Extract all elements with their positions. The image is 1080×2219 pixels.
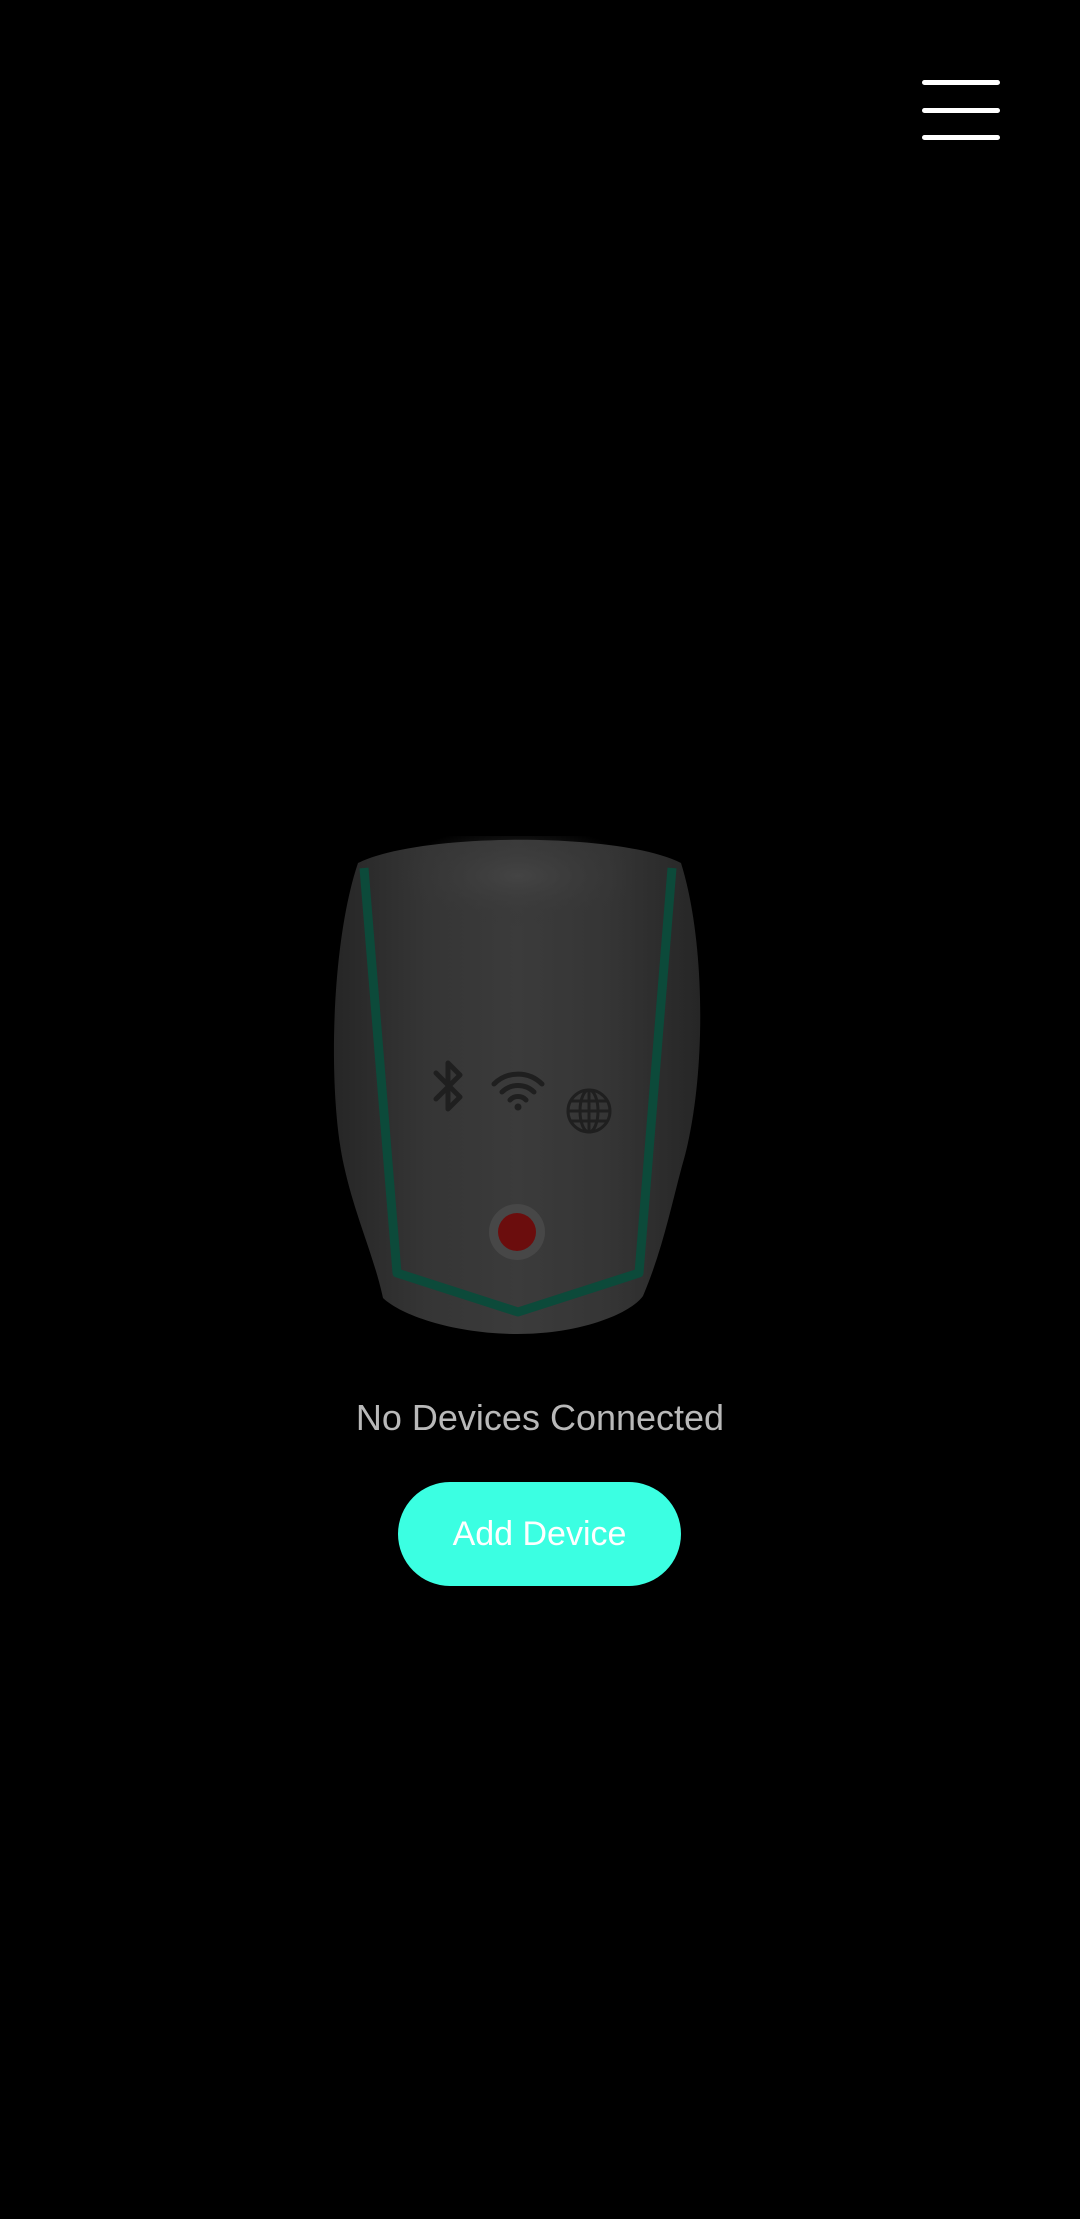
menu-button[interactable] [906,60,1018,160]
indicator-light [498,1213,536,1251]
device-illustration [330,836,706,1334]
hamburger-menu-icon [922,80,1000,85]
globe-icon [566,1088,612,1134]
hamburger-menu-icon-bar [922,135,1000,140]
add-device-button[interactable]: Add Device [398,1482,681,1586]
no-devices-status-text: No Devices Connected [355,1397,725,1438]
hamburger-menu-icon-bar [922,107,1000,113]
